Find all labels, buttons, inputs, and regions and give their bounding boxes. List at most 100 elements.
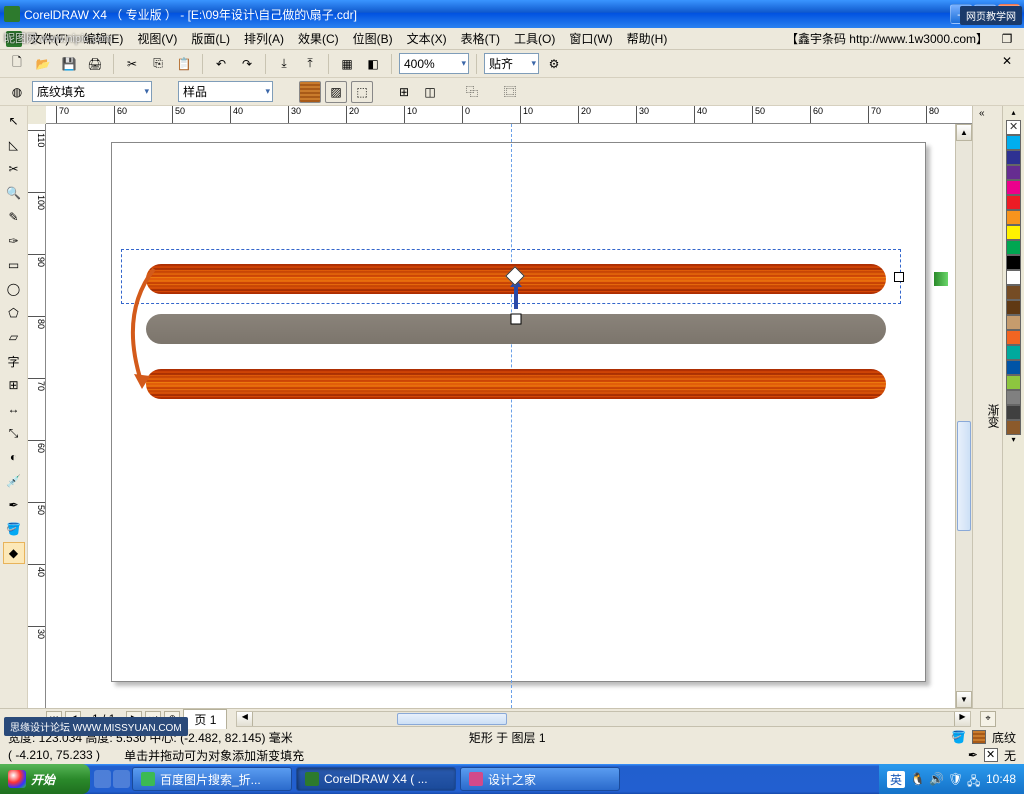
dimension-tool-icon[interactable]: ↔ bbox=[3, 398, 25, 420]
color-swatch[interactable] bbox=[1006, 330, 1021, 345]
tray-sound-icon[interactable]: 🔊 bbox=[929, 772, 943, 786]
snap-dropdown[interactable]: 贴齐 bbox=[484, 53, 539, 74]
palette-scroll-down-icon[interactable]: ▾ bbox=[1011, 435, 1015, 447]
color-swatch[interactable] bbox=[1006, 225, 1021, 240]
vertical-ruler[interactable]: 11010090807060504030 bbox=[28, 124, 46, 708]
start-button[interactable]: 开始 bbox=[0, 764, 90, 794]
scroll-thumb[interactable] bbox=[957, 421, 971, 531]
color-swatch[interactable] bbox=[1006, 420, 1021, 435]
menu-arrange[interactable]: 排列(A) bbox=[238, 28, 290, 49]
polygon-tool-icon[interactable]: ⬠ bbox=[3, 302, 25, 324]
save-icon[interactable]: 💾 bbox=[58, 53, 80, 75]
fill-tool-icon[interactable]: 🪣 bbox=[3, 518, 25, 540]
welcome-icon[interactable]: ◧ bbox=[362, 53, 384, 75]
color-swatch[interactable] bbox=[1006, 405, 1021, 420]
scroll-left-button[interactable]: ◀ bbox=[237, 712, 253, 726]
quicklaunch-icon[interactable] bbox=[94, 770, 111, 788]
menu-effect[interactable]: 效果(C) bbox=[292, 28, 345, 49]
outline-tool-icon[interactable]: ✒ bbox=[3, 494, 25, 516]
redo-icon[interactable]: ↷ bbox=[236, 53, 258, 75]
doc-restore-button[interactable]: ❐ bbox=[996, 28, 1018, 50]
fill-winding-icon[interactable]: ◫ bbox=[419, 81, 441, 103]
zoom-level-dropdown[interactable]: 400% bbox=[399, 53, 469, 74]
color-swatch[interactable] bbox=[1006, 360, 1021, 375]
copy-fill-icon[interactable]: ⿻ bbox=[461, 81, 483, 103]
page-tab[interactable]: 页 1 bbox=[183, 709, 227, 729]
vertical-scrollbar[interactable]: ▲ ▼ bbox=[955, 124, 972, 708]
freehand-tool-icon[interactable]: ✎ bbox=[3, 206, 25, 228]
text-tool-icon[interactable]: 字 bbox=[3, 350, 25, 372]
color-swatch[interactable] bbox=[1006, 300, 1021, 315]
menu-help[interactable]: 帮助(H) bbox=[621, 28, 674, 49]
canvas-area[interactable] bbox=[46, 124, 955, 708]
pick-tool-icon[interactable]: ↖ bbox=[3, 110, 25, 132]
color-swatch[interactable] bbox=[1006, 270, 1021, 285]
tray-clock[interactable]: 10:48 bbox=[986, 772, 1016, 786]
print-icon[interactable]: 🖨 bbox=[84, 53, 106, 75]
menu-layout[interactable]: 版面(L) bbox=[185, 28, 236, 49]
color-swatch[interactable] bbox=[1006, 375, 1021, 390]
menu-bitmap[interactable]: 位图(B) bbox=[347, 28, 399, 49]
edit-transparency-icon[interactable]: ▨ bbox=[325, 81, 347, 103]
docker-panel[interactable]: « 渐变 bbox=[972, 106, 1002, 708]
scroll-right-button[interactable]: ▶ bbox=[954, 712, 970, 726]
palette-scroll-up-icon[interactable]: ▴ bbox=[1011, 108, 1015, 120]
hscroll-thumb[interactable] bbox=[397, 713, 507, 725]
taskbar-item-coreldraw[interactable]: CorelDRAW X4 ( ... bbox=[296, 767, 456, 791]
system-tray[interactable]: 英 🐧 🔊 🛡 🖧 10:48 bbox=[879, 764, 1024, 794]
horizontal-ruler[interactable]: 7060504030201001020304050607080 bbox=[46, 106, 972, 124]
texture-fill-icon[interactable] bbox=[299, 81, 321, 103]
menu-tool[interactable]: 工具(O) bbox=[508, 28, 561, 49]
options-icon[interactable]: ⚙ bbox=[543, 53, 565, 75]
table-tool-icon[interactable]: ⊞ bbox=[3, 374, 25, 396]
shape-tool-icon[interactable]: ◺ bbox=[3, 134, 25, 156]
doc-close-button[interactable]: ✕ bbox=[996, 50, 1018, 72]
menu-view[interactable]: 视图(V) bbox=[131, 28, 183, 49]
fill-type-dropdown[interactable]: 底纹填充 bbox=[32, 81, 152, 102]
no-color-swatch[interactable] bbox=[1006, 120, 1021, 135]
menu-window[interactable]: 窗口(W) bbox=[563, 28, 618, 49]
color-swatch[interactable] bbox=[1006, 390, 1021, 405]
ellipse-tool-icon[interactable]: ◯ bbox=[3, 278, 25, 300]
gradient-vector[interactable] bbox=[486, 279, 546, 342]
color-swatch[interactable] bbox=[1006, 240, 1021, 255]
basic-shapes-tool-icon[interactable]: ▱ bbox=[3, 326, 25, 348]
tray-lang-icon[interactable]: 英 bbox=[887, 771, 905, 788]
color-swatch[interactable] bbox=[1006, 180, 1021, 195]
menu-text[interactable]: 文本(X) bbox=[401, 28, 453, 49]
docker-expand-icon[interactable]: « bbox=[979, 108, 985, 119]
interactive-tool-icon[interactable]: ◐ bbox=[3, 446, 25, 468]
color-swatch[interactable] bbox=[1006, 135, 1021, 150]
scroll-down-button[interactable]: ▼ bbox=[956, 691, 972, 708]
open-icon[interactable]: 📂 bbox=[32, 53, 54, 75]
color-swatch[interactable] bbox=[1006, 195, 1021, 210]
export-icon[interactable]: ⤒ bbox=[299, 53, 321, 75]
cut-icon[interactable]: ✂ bbox=[121, 53, 143, 75]
current-fill-swatch[interactable] bbox=[972, 730, 986, 744]
rectangle-tool-icon[interactable]: ▭ bbox=[3, 254, 25, 276]
interactive-fill-tool-icon[interactable]: ◆ bbox=[3, 542, 25, 564]
color-swatch[interactable] bbox=[1006, 150, 1021, 165]
paste-icon[interactable]: 📋 bbox=[173, 53, 195, 75]
color-swatch[interactable] bbox=[1006, 165, 1021, 180]
new-icon[interactable]: 🗋 bbox=[6, 53, 28, 75]
scroll-up-button[interactable]: ▲ bbox=[956, 124, 972, 141]
navigator-icon[interactable]: ⌖ bbox=[980, 711, 996, 727]
eyedropper-tool-icon[interactable]: 💉 bbox=[3, 470, 25, 492]
selection-handle[interactable] bbox=[894, 272, 904, 282]
color-swatch[interactable] bbox=[1006, 345, 1021, 360]
crop-tool-icon[interactable]: ✂ bbox=[3, 158, 25, 180]
tile-icon[interactable]: ⬚ bbox=[351, 81, 373, 103]
sample-dropdown[interactable]: 样品 bbox=[178, 81, 273, 102]
color-swatch[interactable] bbox=[1006, 315, 1021, 330]
vertical-guide[interactable] bbox=[511, 124, 512, 708]
connector-tool-icon[interactable]: ⤡ bbox=[3, 422, 25, 444]
fill-options-icon[interactable]: ⿴ bbox=[499, 81, 521, 103]
undo-icon[interactable]: ↶ bbox=[210, 53, 232, 75]
color-swatch[interactable] bbox=[1006, 210, 1021, 225]
mirror-fill-icon[interactable]: ⊞ bbox=[393, 81, 415, 103]
smart-fill-tool-icon[interactable]: ✑ bbox=[3, 230, 25, 252]
import-icon[interactable]: ⤓ bbox=[273, 53, 295, 75]
current-outline-swatch[interactable] bbox=[984, 748, 998, 762]
menu-table[interactable]: 表格(T) bbox=[455, 28, 506, 49]
